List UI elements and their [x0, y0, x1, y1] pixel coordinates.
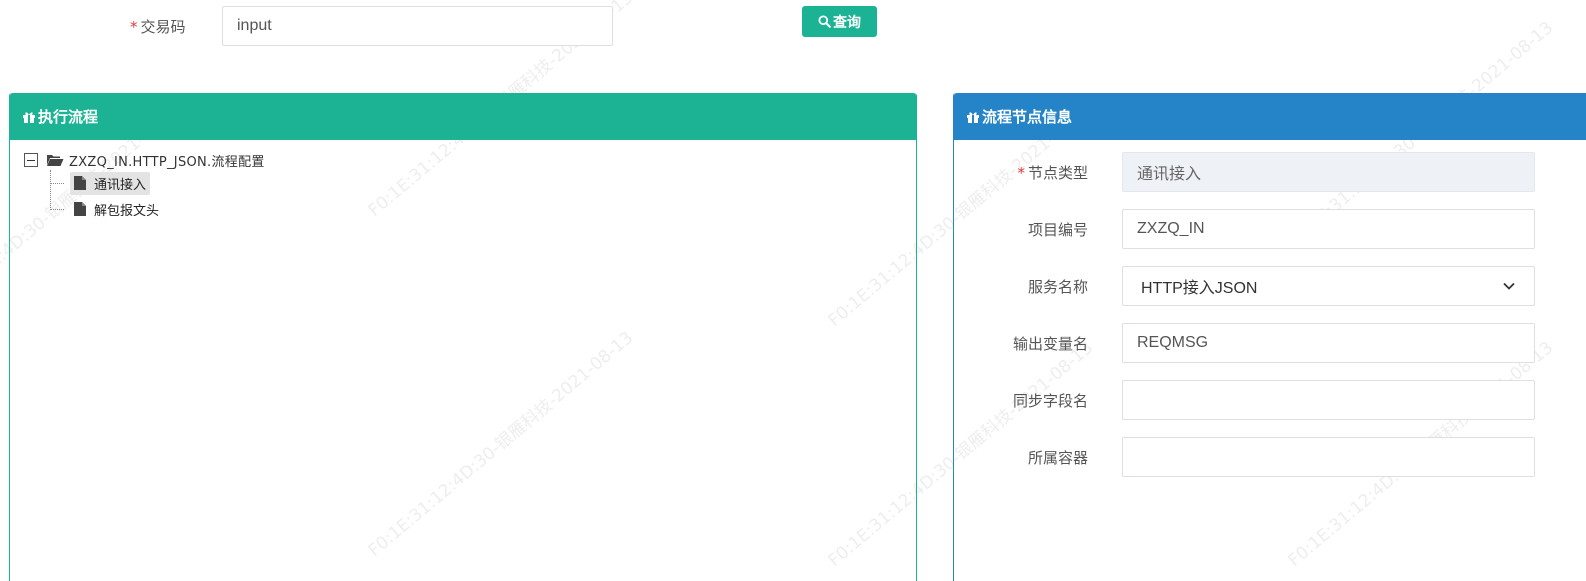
- required-mark: *: [130, 18, 138, 36]
- service-name-row: 服务名称 HTTP接入JSON: [954, 266, 1586, 306]
- tree-node-label: 通讯接入: [94, 177, 147, 193]
- flow-node-info-header: 流程节点信息: [954, 93, 1586, 140]
- file-icon: [74, 202, 86, 216]
- flow-tree: ZXZQ_IN.HTTP_JSON.流程配置 通讯接入 解包报文头: [24, 150, 265, 222]
- node-type-label-text: 节点类型: [1027, 164, 1088, 182]
- tree-connector: [50, 209, 64, 210]
- tree-node-content[interactable]: 解包报文头: [70, 198, 163, 221]
- transaction-code-input[interactable]: [222, 6, 613, 46]
- tree-node-content[interactable]: 通讯接入: [70, 171, 151, 195]
- service-name-label: 服务名称: [1027, 278, 1088, 296]
- node-type-label: * 节点类型: [1017, 162, 1088, 183]
- node-type-row: * 节点类型: [954, 152, 1586, 192]
- file-icon: [74, 176, 86, 190]
- gift-icon: [967, 111, 979, 123]
- collapse-toggle-icon[interactable]: [24, 153, 38, 167]
- query-button[interactable]: 查询: [802, 6, 877, 37]
- tree-root-label[interactable]: ZXZQ_IN.HTTP_JSON.流程配置: [69, 151, 265, 170]
- sync-field-row: 同步字段名: [954, 380, 1586, 420]
- sync-field-input[interactable]: [1122, 380, 1535, 420]
- query-button-label: 查询: [833, 14, 861, 31]
- tree-node-comm-access[interactable]: 通讯接入: [50, 170, 265, 196]
- tree-children: 通讯接入 解包报文头: [50, 170, 265, 222]
- execution-flow-header: 执行流程: [10, 93, 916, 140]
- project-no-row: 项目编号: [954, 209, 1586, 249]
- flow-node-info-title: 流程节点信息: [982, 108, 1073, 126]
- service-name-selected: HTTP接入JSON: [1141, 280, 1258, 297]
- project-no-input[interactable]: [1122, 209, 1535, 249]
- flow-node-info-panel: 流程节点信息 *节点类型 项目编号 服务名称 HTTP接入JSON 输出变量名 …: [953, 93, 1586, 581]
- execution-flow-panel: 执行流程 ZXZQ_IN.HTTP_JSON.流程配置 通讯接入 解包报文头: [9, 93, 917, 581]
- folder-open-icon: [47, 155, 64, 166]
- chevron-down-icon: [1503, 282, 1515, 290]
- transaction-code-label: * 交易码: [130, 16, 186, 37]
- gift-icon: [23, 111, 35, 123]
- output-var-input[interactable]: [1122, 323, 1535, 363]
- container-label: 所属容器: [1027, 449, 1088, 467]
- execution-flow-title: 执行流程: [38, 108, 99, 126]
- search-icon: [818, 15, 831, 28]
- sync-field-label: 同步字段名: [1012, 392, 1088, 410]
- tree-connector: [50, 183, 64, 184]
- node-type-input: [1122, 152, 1535, 192]
- output-var-label: 输出变量名: [1012, 335, 1088, 353]
- project-no-label: 项目编号: [1027, 221, 1088, 239]
- search-row: *交易码 查询: [0, 0, 1586, 60]
- service-name-select[interactable]: HTTP接入JSON: [1122, 266, 1535, 306]
- container-row: 所属容器: [954, 437, 1586, 477]
- tree-root-node[interactable]: ZXZQ_IN.HTTP_JSON.流程配置: [24, 150, 265, 170]
- tree-node-unpack-header[interactable]: 解包报文头: [50, 196, 265, 222]
- output-var-row: 输出变量名: [954, 323, 1586, 363]
- tree-node-label: 解包报文头: [94, 203, 160, 219]
- required-mark: *: [1017, 164, 1025, 182]
- transaction-code-label-text: 交易码: [140, 18, 186, 36]
- container-input[interactable]: [1122, 437, 1535, 477]
